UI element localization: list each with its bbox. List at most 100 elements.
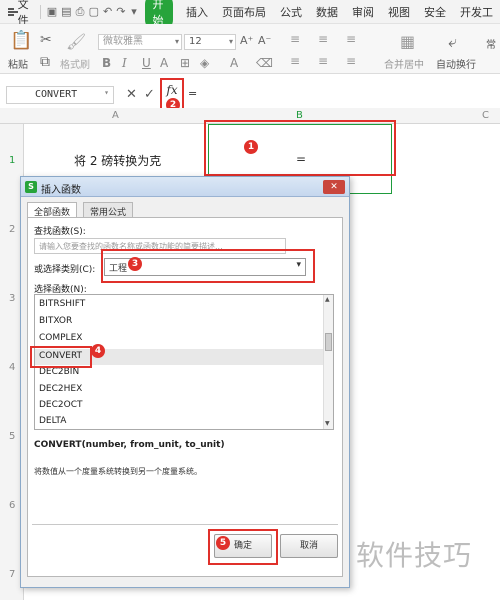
menu-bar: 文件 ▣ ▤ ⎙ ▢ ↶ ↷ ▾ 开始 插入 页面布局 公式 数据 审阅 视图 … bbox=[0, 0, 500, 30]
underline-icon[interactable]: U bbox=[142, 56, 151, 70]
column-a-header[interactable]: A bbox=[112, 110, 119, 121]
list-item[interactable]: COMPLEX bbox=[39, 333, 82, 343]
align-middle-icon[interactable]: ≡ bbox=[318, 32, 328, 46]
preview-icon[interactable]: ▢ bbox=[89, 4, 99, 20]
border-icon[interactable]: ⊞ bbox=[180, 56, 190, 70]
divider bbox=[40, 4, 41, 19]
cut-icon[interactable]: ✂ bbox=[40, 32, 52, 48]
list-item[interactable]: DEC2HEX bbox=[39, 384, 82, 394]
cell-b1[interactable]: = bbox=[296, 152, 306, 166]
chevron-down-icon: ▾ bbox=[104, 88, 109, 97]
scroll-down-icon[interactable]: ▼ bbox=[325, 420, 330, 427]
number-format-select[interactable]: 常 bbox=[486, 36, 496, 51]
row-6-header[interactable]: 6 bbox=[9, 500, 15, 511]
formula-input[interactable]: = bbox=[188, 87, 197, 100]
align-left-icon[interactable]: ≡ bbox=[290, 54, 300, 68]
copy-icon[interactable]: ⧉ bbox=[40, 54, 50, 70]
italic-icon[interactable]: I bbox=[122, 56, 127, 70]
cancel-button[interactable]: 取消 bbox=[280, 534, 338, 558]
formula-bar: CONVERT ▾ ✕ ✓ bbox=[0, 82, 500, 108]
function-description: 将数值从一个度量系统转换到另一个度量系统。 bbox=[34, 467, 202, 476]
list-item[interactable]: DEC2OCT bbox=[39, 400, 83, 410]
row-4-header[interactable]: 4 bbox=[9, 362, 15, 373]
wrap-text-button[interactable]: 自动换行 bbox=[436, 56, 476, 71]
name-box[interactable]: CONVERT ▾ bbox=[6, 86, 114, 104]
tab-formulas[interactable]: 公式 bbox=[280, 4, 302, 20]
tab-view[interactable]: 视图 bbox=[388, 4, 410, 20]
tab-security[interactable]: 安全 bbox=[424, 4, 446, 20]
list-item[interactable]: DELTA bbox=[39, 416, 66, 426]
align-right-icon[interactable]: ≡ bbox=[346, 54, 356, 68]
align-top-icon[interactable]: ≡ bbox=[290, 32, 300, 46]
more-icon[interactable]: ▾ bbox=[129, 4, 138, 20]
tab-review[interactable]: 审阅 bbox=[352, 4, 374, 20]
row-3-header[interactable]: 3 bbox=[9, 293, 15, 304]
step-badge-1: 1 bbox=[244, 140, 258, 154]
row-7-header[interactable]: 7 bbox=[9, 569, 15, 580]
strikethrough-icon[interactable]: A bbox=[160, 56, 168, 70]
cancel-icon[interactable]: ✕ bbox=[126, 87, 137, 102]
grow-font-icon[interactable]: A⁺ bbox=[240, 34, 253, 47]
row-5-header[interactable]: 5 bbox=[9, 431, 15, 442]
paste-button[interactable]: 粘贴 bbox=[8, 56, 28, 71]
font-color-icon[interactable]: A bbox=[230, 56, 238, 70]
tab-insert[interactable]: 插入 bbox=[186, 4, 208, 20]
print-icon[interactable]: ⎙ bbox=[76, 4, 85, 20]
align-bottom-icon[interactable]: ≡ bbox=[346, 32, 356, 46]
scroll-up-icon[interactable]: ▲ bbox=[325, 296, 330, 303]
cell-a1[interactable]: 将 2 磅转换为克 bbox=[74, 152, 161, 169]
fx-icon: fx bbox=[166, 83, 178, 97]
save-icon[interactable]: ▣ bbox=[47, 4, 57, 20]
convert-highlight bbox=[30, 346, 92, 368]
confirm-icon[interactable]: ✓ bbox=[144, 87, 155, 102]
row-2-header[interactable]: 2 bbox=[9, 224, 15, 235]
dialog-title: 插入函数 bbox=[41, 185, 81, 196]
chevron-down-icon: ▾ bbox=[228, 37, 233, 46]
format-painter-button[interactable]: 格式刷 bbox=[60, 56, 90, 71]
column-c-header[interactable]: C bbox=[482, 110, 489, 121]
watermark: 软件技巧 bbox=[356, 539, 473, 572]
step-badge-3: 3 bbox=[128, 257, 142, 271]
scroll-thumb[interactable] bbox=[325, 333, 332, 351]
tab-data[interactable]: 数据 bbox=[316, 4, 338, 20]
brush-icon[interactable]: 🖌 bbox=[66, 32, 86, 51]
list-item[interactable]: BITXOR bbox=[39, 316, 72, 326]
wrap-text-icon[interactable]: ⤶ bbox=[448, 32, 457, 52]
clear-icon[interactable]: ⌫ bbox=[256, 56, 273, 70]
step-badge-4: 4 bbox=[91, 344, 105, 358]
align-center-icon[interactable]: ≡ bbox=[318, 54, 328, 68]
category-label: 或选择类别(C): bbox=[34, 265, 96, 275]
undo-icon[interactable]: ↶ bbox=[103, 4, 112, 20]
insert-function-dialog: S 插入函数 ✕ 全部函数 常用公式 查找函数(S): 请输入您要查找的函数名称… bbox=[20, 176, 350, 588]
scrollbar[interactable]: ▲ ▼ bbox=[323, 295, 333, 429]
close-icon[interactable]: ✕ bbox=[323, 180, 345, 194]
function-signature: CONVERT(number, from_unit, to_unit) bbox=[34, 440, 225, 450]
tab-developer[interactable]: 开发工 bbox=[460, 4, 493, 20]
font-size-value: 12 bbox=[189, 36, 202, 47]
list-item[interactable]: DEC2BIN bbox=[39, 367, 79, 377]
bold-icon[interactable]: B bbox=[102, 56, 111, 70]
tab-common-formulas[interactable]: 常用公式 bbox=[83, 202, 134, 218]
tab-all-functions[interactable]: 全部函数 bbox=[27, 202, 78, 218]
paste-icon[interactable]: 📋 bbox=[10, 30, 32, 51]
menu-icon[interactable] bbox=[8, 7, 18, 16]
merge-icon[interactable]: ▦ bbox=[400, 32, 415, 51]
redo-icon[interactable]: ↷ bbox=[116, 4, 125, 20]
font-size-select[interactable]: 12 ▾ bbox=[184, 34, 236, 50]
name-box-value: CONVERT bbox=[35, 89, 78, 100]
export-icon[interactable]: ▤ bbox=[61, 4, 71, 20]
fill-color-icon[interactable]: ◈ bbox=[200, 56, 209, 70]
search-label: 查找函数(S): bbox=[34, 227, 86, 237]
step-badge-5: 5 bbox=[216, 536, 230, 550]
shrink-font-icon[interactable]: A⁻ bbox=[258, 34, 271, 47]
cell-b1-highlight bbox=[204, 120, 396, 176]
tab-page-layout[interactable]: 页面布局 bbox=[222, 4, 266, 20]
dialog-title-bar[interactable]: S 插入函数 ✕ bbox=[21, 177, 349, 197]
merge-center-button[interactable]: 合并居中 bbox=[384, 56, 424, 71]
row-1-header[interactable]: 1 bbox=[9, 155, 15, 166]
font-name-value: 微软雅黑 bbox=[103, 36, 143, 47]
list-item[interactable]: BITRSHIFT bbox=[39, 299, 85, 309]
divider bbox=[32, 524, 338, 525]
font-name-select[interactable]: 微软雅黑 ▾ bbox=[98, 34, 182, 50]
ribbon: 📋 粘贴 ✂ ⧉ 🖌 格式刷 微软雅黑 ▾ 12 ▾ A⁺ A⁻ B I U A… bbox=[0, 24, 500, 74]
